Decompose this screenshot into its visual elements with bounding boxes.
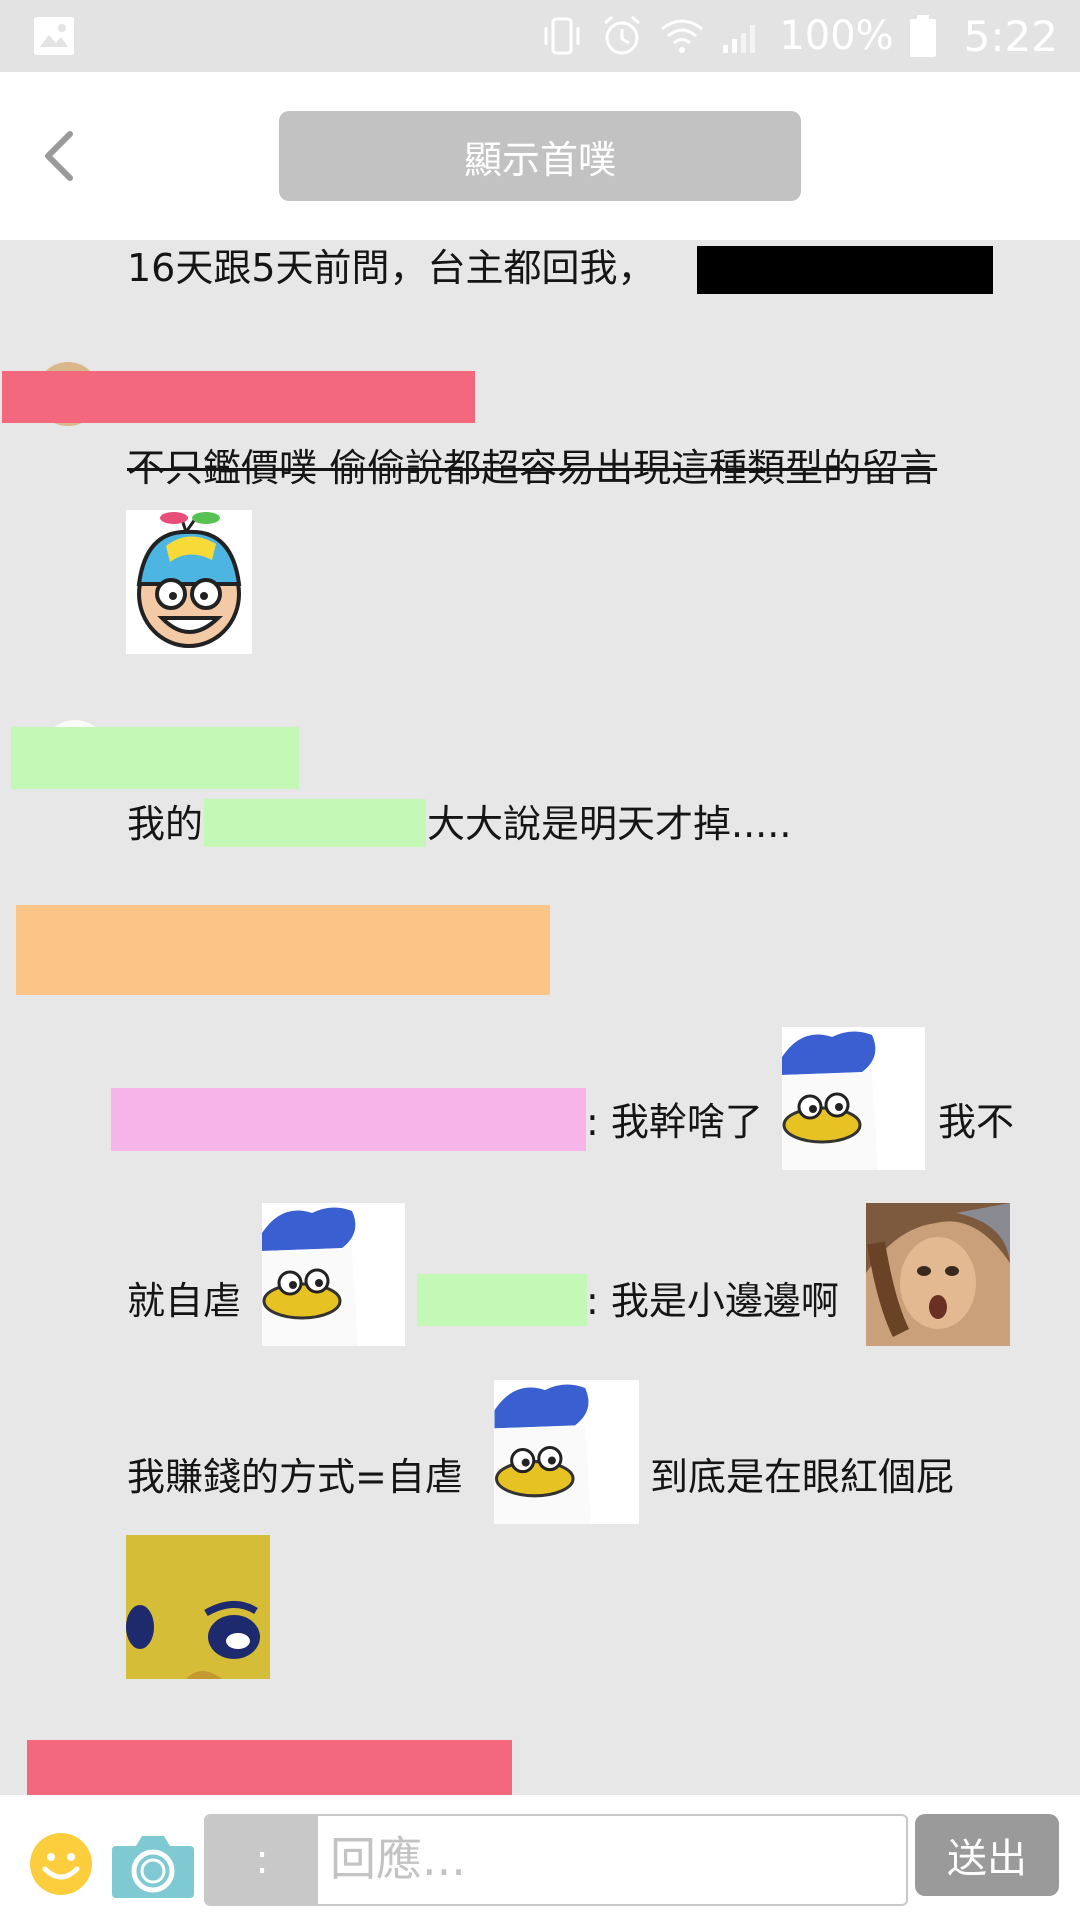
zoomed-face-emoticon <box>126 1535 270 1679</box>
send-button[interactable]: 送出 <box>915 1814 1059 1896</box>
response-text: 16天跟5天前問，台主都回我， <box>127 246 656 290</box>
duck-emoticon <box>782 1027 925 1170</box>
redacted-mention <box>111 1088 586 1151</box>
status-icons: 100% 5:22 <box>539 0 1058 72</box>
response-text: : 我幹啥了 <box>586 1100 763 1144</box>
response-text-suffix: 大大說是明天才掉..... <box>427 802 792 846</box>
emoji-button[interactable] <box>28 1831 94 1897</box>
back-button[interactable] <box>36 126 86 186</box>
clock-time: 5:22 <box>963 11 1058 61</box>
response-feed[interactable]: 16天跟5天前問，台主都回我， 不只鑑價噗 偷偷說都超容易出現這種類型的留言 我… <box>0 240 1080 1795</box>
redacted-mention <box>204 799 426 847</box>
shocked-painting-emoticon <box>866 1203 1010 1346</box>
gallery-icon <box>34 17 74 55</box>
signal-icon <box>723 25 756 53</box>
response-text: 不只鑑價噗 偷偷說都超容易出現這種類型的留言 <box>127 446 938 490</box>
battery-icon <box>909 15 936 57</box>
response-text: 到底是在眼紅個屁 <box>650 1455 955 1499</box>
redacted-username <box>2 371 475 423</box>
response-text-prefix: 我的 <box>127 802 204 846</box>
redacted-username <box>11 727 299 789</box>
wifi-icon <box>661 19 704 53</box>
redacted-avatar-username <box>27 1740 512 1795</box>
redaction-block <box>697 246 993 294</box>
plurk-header: 顯示首噗 <box>0 72 1080 240</box>
reply-input-container: : <box>204 1814 908 1906</box>
reply-bar: : 送出 <box>0 1795 1080 1920</box>
qualifier-selector[interactable]: : <box>206 1816 318 1904</box>
response-text: 我不 <box>938 1100 1015 1144</box>
battery-percent: 100% <box>779 13 894 59</box>
status-bar: 100% 5:22 <box>0 0 1080 72</box>
duck-emoticon <box>494 1380 639 1524</box>
propeller-cap-emoticon <box>126 510 252 654</box>
response-text: : 我是小邊邊啊 <box>586 1279 839 1323</box>
show-first-plurk-button[interactable]: 顯示首噗 <box>279 111 801 201</box>
camera-button[interactable] <box>110 1828 196 1900</box>
alarm-icon <box>604 15 641 55</box>
response-text: 就自虐 <box>127 1279 242 1323</box>
redacted-avatar-username <box>16 905 550 995</box>
duck-emoticon <box>262 1203 405 1346</box>
response-text: 我賺錢的方式=自虐 <box>127 1455 463 1499</box>
redacted-mention <box>417 1274 587 1326</box>
vibrate-icon <box>544 17 580 55</box>
reply-input[interactable] <box>322 1816 906 1902</box>
